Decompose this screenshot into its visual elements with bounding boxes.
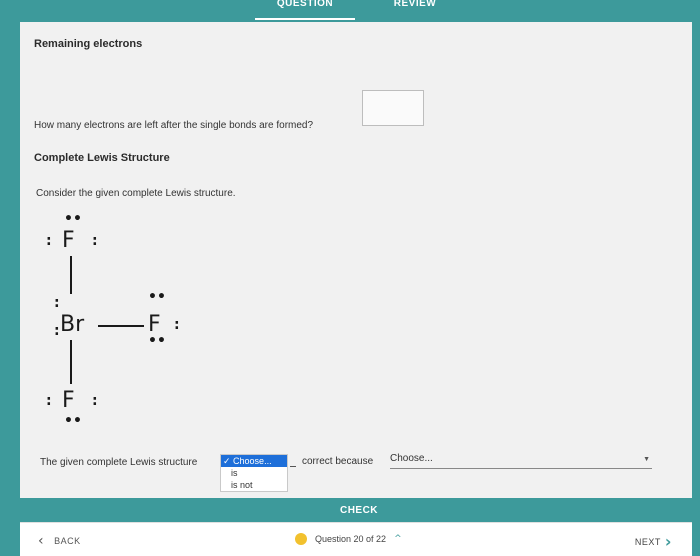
chevron-right-icon: ›: [664, 532, 672, 551]
progress-label: Question 20 of 22: [315, 534, 387, 544]
next-label: NEXT: [634, 536, 661, 547]
lone-pair-br-lower: :: [54, 323, 60, 339]
question-progress[interactable]: Question 20 of 22 ^: [295, 533, 402, 545]
lone-pair-right-f-right: :: [174, 317, 180, 333]
bottom-navigation: ‹ BACK Question 20 of 22 ^ NEXT ›: [20, 522, 692, 556]
lone-pair-bottom-f-right: :: [92, 393, 98, 409]
lone-pair-top-f-right: :: [92, 233, 98, 249]
back-label: BACK: [54, 536, 81, 546]
bond-br-top-f: [70, 256, 72, 294]
electrons-answer-input[interactable]: [362, 90, 424, 126]
lone-pair-top-f-above: ••: [64, 211, 82, 227]
atom-bottom-fluorine: F: [62, 388, 75, 413]
lone-pair-right-f-below: ••: [148, 333, 166, 349]
atom-bromine: Br: [60, 312, 85, 337]
dropdown-option-choose[interactable]: ✓ Choose...: [221, 455, 287, 467]
reason-select-value: Choose...: [390, 453, 433, 464]
atom-top-fluorine: F: [62, 228, 75, 253]
next-button[interactable]: NEXT ›: [635, 532, 672, 551]
bond-br-right-f: [98, 325, 144, 327]
chevron-down-icon: ▼: [643, 456, 650, 463]
lone-pair-right-f-above: ••: [148, 289, 166, 305]
is-correct-dropdown[interactable]: ✓ Choose... is is not: [220, 454, 288, 492]
lone-pair-bottom-f-below: ••: [64, 413, 82, 429]
lewis-structure-diagram: •• : F : : Br : •• F : •• : F : ••: [30, 210, 210, 440]
bond-br-bottom-f: [70, 340, 72, 384]
lone-pair-br-upper: :: [54, 295, 60, 311]
tab-question[interactable]: QUESTION: [255, 0, 355, 20]
chevron-left-icon: ‹: [38, 533, 45, 549]
back-button[interactable]: ‹ BACK: [38, 533, 81, 549]
reason-select[interactable]: Choose... ▼: [390, 453, 652, 469]
complete-lewis-title: Complete Lewis Structure: [34, 152, 170, 164]
lone-pair-bottom-f-left: :: [46, 393, 52, 409]
dropdown-option-is-not[interactable]: is not: [221, 479, 287, 491]
chevron-up-icon: ^: [394, 534, 402, 544]
lewis-instruction: Consider the given complete Lewis struct…: [36, 188, 236, 199]
top-navigation: QUESTION REVIEW: [0, 0, 700, 22]
dropdown-option-is[interactable]: is: [221, 467, 287, 479]
electrons-question: How many electrons are left after the si…: [34, 120, 314, 131]
check-button[interactable]: CHECK: [319, 498, 399, 522]
tab-review[interactable]: REVIEW: [380, 0, 450, 20]
dropdown-underline: [290, 466, 296, 467]
progress-status-icon: [295, 533, 307, 545]
statement-prefix: The given complete Lewis structure: [40, 457, 198, 468]
remaining-electrons-title: Remaining electrons: [34, 38, 143, 50]
statement-middle: correct because: [302, 456, 374, 467]
lone-pair-top-f-left: :: [46, 233, 52, 249]
